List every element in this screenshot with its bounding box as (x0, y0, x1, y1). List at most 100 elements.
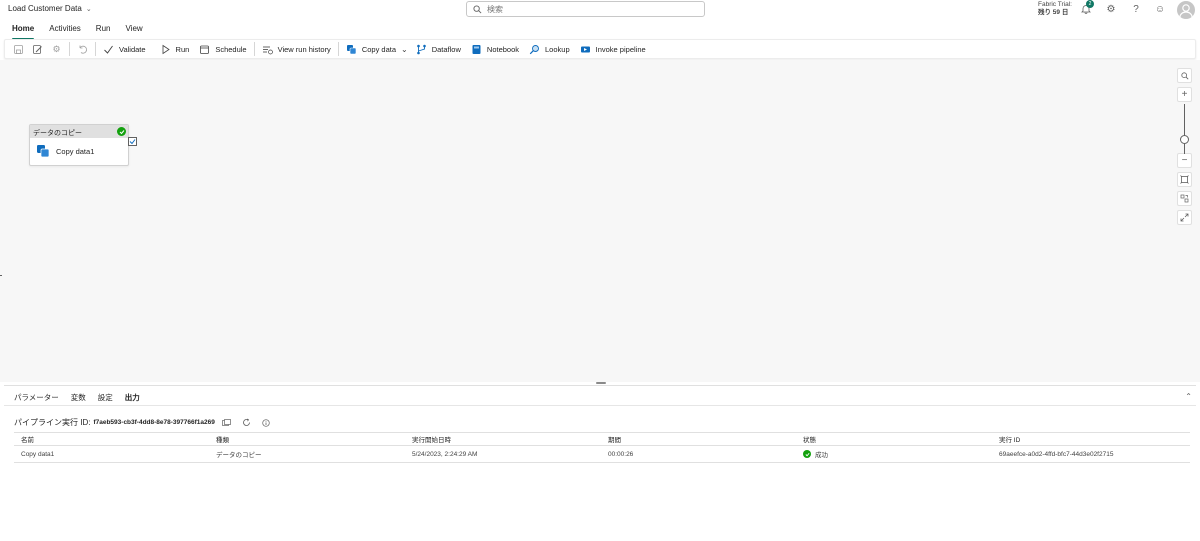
settings-button[interactable]: ⚙ (1104, 2, 1118, 16)
notebook-button[interactable]: Notebook (467, 40, 523, 58)
search-box[interactable] (466, 1, 705, 17)
tab-run[interactable]: Run (96, 21, 111, 37)
fit-to-screen-button[interactable] (1177, 172, 1192, 187)
toolbar-divider (95, 42, 96, 56)
tab-home[interactable]: Home (12, 21, 35, 40)
zoom-in-button[interactable]: + (1177, 87, 1192, 102)
ribbon-tabs: Home Activities Run View (0, 21, 146, 40)
dataflow-icon (416, 44, 426, 54)
expand-button[interactable] (1177, 210, 1192, 225)
help-button[interactable]: ? (1129, 2, 1143, 16)
cell-type: データのコピー (209, 445, 405, 463)
checkmark-icon (129, 139, 136, 145)
pipeline-title-dropdown[interactable]: Load Customer Data ⌄ (8, 4, 92, 13)
lookup-icon (529, 44, 539, 54)
copy-icon[interactable] (222, 418, 231, 427)
minus-icon: − (1181, 155, 1188, 166)
zoom-slider-thumb[interactable] (1180, 135, 1189, 144)
save-button[interactable] (5, 40, 28, 58)
validate-label: Validate (119, 44, 146, 54)
undo-icon (79, 45, 87, 54)
cell-duration: 00:00:26 (601, 445, 796, 463)
copy-data-icon (37, 145, 50, 158)
tab-settings[interactable]: 設定 (98, 392, 113, 403)
info-icon[interactable] (262, 418, 271, 427)
cell-name: Copy data1 (14, 445, 209, 463)
success-check-icon (117, 127, 126, 136)
column-header-status[interactable]: 状態 (796, 432, 992, 446)
tab-view[interactable]: View (125, 21, 142, 37)
activity-runs-table: 名前 種類 実行開始日時 期間 状態 実行 ID Copy data1 データの… (14, 432, 1190, 463)
validate-button[interactable]: Validate (99, 40, 150, 58)
canvas-edge-marker (0, 275, 2, 276)
chevron-up-icon[interactable]: ⌃ (1185, 392, 1192, 401)
calendar-icon (200, 45, 210, 54)
trial-status: Fabric Trial: 残り 59 日 (1038, 1, 1072, 17)
column-header-run-id[interactable]: 実行 ID (992, 432, 1190, 446)
edit-button[interactable] (28, 40, 47, 58)
activity-body: Copy data1 (30, 138, 128, 158)
notifications-button[interactable]: 2 (1079, 0, 1094, 16)
tab-variables[interactable]: 変数 (71, 392, 86, 403)
search-input[interactable] (487, 4, 687, 14)
toolbar-divider (69, 42, 70, 56)
table-row[interactable]: Copy data1 データのコピー 5/24/2023, 2:24:29 AM… (14, 445, 1190, 463)
run-button[interactable]: Run (156, 40, 194, 58)
avatar[interactable] (1177, 1, 1195, 19)
chevron-down-icon: ⌄ (85, 5, 92, 13)
column-header-duration[interactable]: 期間 (601, 432, 796, 446)
cell-start-time: 5/24/2023, 2:24:29 AM (405, 445, 601, 463)
trial-days-remaining: 残り 59 日 (1038, 9, 1069, 16)
schedule-button[interactable]: Schedule (195, 40, 250, 58)
align-icon (1180, 194, 1189, 203)
trial-label: Fabric Trial: (1038, 1, 1072, 8)
view-run-history-button[interactable]: View run history (258, 40, 335, 58)
output-panel: パラメーター 変数 設定 出力 ⌃ パイプライン実行 ID: f7aeb593-… (4, 385, 1196, 537)
invoke-pipeline-icon (580, 46, 590, 52)
ribbon-toolbar: ⚙ Validate Run Schedule View run history… (4, 39, 1196, 59)
question-icon: ? (1133, 3, 1139, 15)
checkmark-icon (104, 45, 113, 54)
dataflow-label: Dataflow (431, 44, 461, 54)
notebook-label: Notebook (486, 44, 520, 54)
invoke-pipeline-label: Invoke pipeline (595, 44, 646, 54)
undo-button[interactable] (73, 40, 92, 58)
activity-success-output-checkbox[interactable] (128, 137, 137, 146)
panel-divider (4, 405, 1196, 406)
history-list-icon (262, 46, 273, 54)
edit-icon (33, 44, 42, 54)
activity-name: Copy data1 (56, 146, 95, 156)
cell-status: 成功 (796, 445, 992, 463)
feedback-button[interactable]: ☺ (1153, 2, 1167, 16)
save-icon (14, 44, 23, 54)
zoom-out-button[interactable]: − (1177, 153, 1192, 168)
run-label: Run (175, 44, 190, 54)
panel-resize-handle[interactable] (596, 382, 606, 384)
toolbar-divider (253, 42, 255, 56)
gear-icon: ⚙ (1106, 3, 1116, 15)
success-check-icon (803, 450, 811, 458)
column-header-name[interactable]: 名前 (14, 432, 209, 446)
copy-data-dropdown[interactable]: Copy data ⌄ (342, 40, 412, 58)
play-icon (162, 44, 170, 54)
lookup-button[interactable]: Lookup (525, 40, 574, 58)
zoom-slider-track[interactable] (1184, 104, 1185, 154)
tab-parameters[interactable]: パラメーター (14, 392, 59, 403)
column-header-start-time[interactable]: 実行開始日時 (405, 432, 601, 446)
status-text: 成功 (815, 452, 828, 459)
refresh-icon[interactable] (242, 418, 251, 427)
smiley-icon: ☺ (1154, 3, 1166, 15)
properties-button[interactable]: ⚙ (47, 40, 66, 58)
invoke-pipeline-button[interactable]: Invoke pipeline (576, 40, 650, 58)
tab-activities[interactable]: Activities (49, 21, 81, 37)
copy-data-label: Copy data (361, 44, 397, 54)
copy-data-activity[interactable]: データのコピー Copy data1 (29, 124, 129, 166)
pipeline-canvas[interactable]: データのコピー Copy data1 (0, 60, 1200, 382)
auto-align-button[interactable] (1177, 191, 1192, 206)
column-header-type[interactable]: 種類 (209, 432, 405, 446)
run-id-value: f7aeb593-cb3f-4dd8-8e78-397766f1a269 (93, 419, 215, 426)
dataflow-button[interactable]: Dataflow (412, 40, 465, 58)
fit-screen-icon (1180, 175, 1189, 184)
tab-output[interactable]: 出力 (125, 392, 140, 403)
canvas-search-button[interactable] (1177, 68, 1192, 83)
